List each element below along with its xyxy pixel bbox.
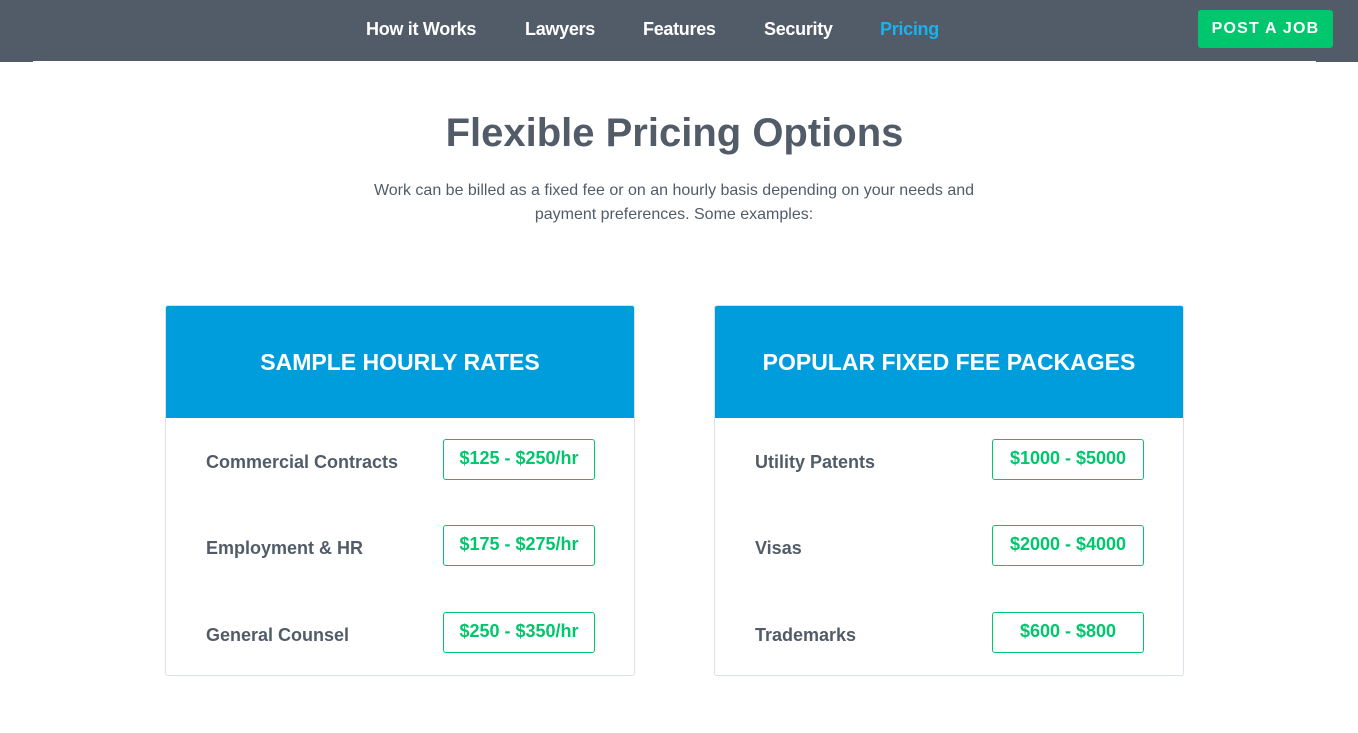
page-subtitle: Work can be billed as a fixed fee or on … xyxy=(373,182,975,223)
service-label: Trademarks xyxy=(755,625,857,645)
service-label: Visas xyxy=(755,538,802,558)
nav-link-how-it-works[interactable]: How it Works xyxy=(366,19,476,40)
post-a-job-button[interactable]: POST A JOB xyxy=(1198,10,1333,48)
service-label: General Counsel xyxy=(206,625,350,645)
top-navbar: How it Works Lawyers Features Security P… xyxy=(0,0,1358,61)
page-title: Flexible Pricing Options xyxy=(445,111,904,155)
navbar-edge xyxy=(1316,61,1358,62)
nav-link-pricing[interactable]: Pricing xyxy=(880,19,939,40)
nav-link-lawyers[interactable]: Lawyers xyxy=(525,19,595,40)
card-header: POPULAR FIXED FEE PACKAGES xyxy=(715,306,1183,418)
card-header: SAMPLE HOURLY RATES xyxy=(166,306,634,418)
fixed-fee-packages-card: POPULAR FIXED FEE PACKAGES Utility Paten… xyxy=(714,305,1184,676)
price-badge: $250 - $350/hr xyxy=(443,612,595,653)
pricing-row: Visas $2000 - $4000 xyxy=(715,525,1183,567)
navbar-edge xyxy=(0,61,33,62)
price-badge: $175 - $275/hr xyxy=(443,525,595,566)
price-badge: $1000 - $5000 xyxy=(992,439,1144,480)
nav-links: How it Works Lawyers Features Security P… xyxy=(0,0,1358,61)
pricing-row: Commercial Contracts $125 - $250/hr xyxy=(166,439,634,481)
pricing-row: Utility Patents $1000 - $5000 xyxy=(715,439,1183,481)
price-badge: $2000 - $4000 xyxy=(992,525,1144,566)
pricing-row: General Counsel $250 - $350/hr xyxy=(166,612,634,654)
price-badge: $600 - $800 xyxy=(992,612,1144,653)
service-label: Commercial Contracts xyxy=(206,452,399,472)
service-label: Employment & HR xyxy=(206,538,364,558)
service-label: Utility Patents xyxy=(755,452,876,472)
pricing-row: Employment & HR $175 - $275/hr xyxy=(166,525,634,567)
price-badge: $125 - $250/hr xyxy=(443,439,595,480)
pricing-row: Trademarks $600 - $800 xyxy=(715,612,1183,654)
nav-link-features[interactable]: Features xyxy=(643,19,716,40)
nav-link-security[interactable]: Security xyxy=(764,19,833,40)
hourly-rates-card: SAMPLE HOURLY RATES Commercial Contracts… xyxy=(165,305,635,676)
